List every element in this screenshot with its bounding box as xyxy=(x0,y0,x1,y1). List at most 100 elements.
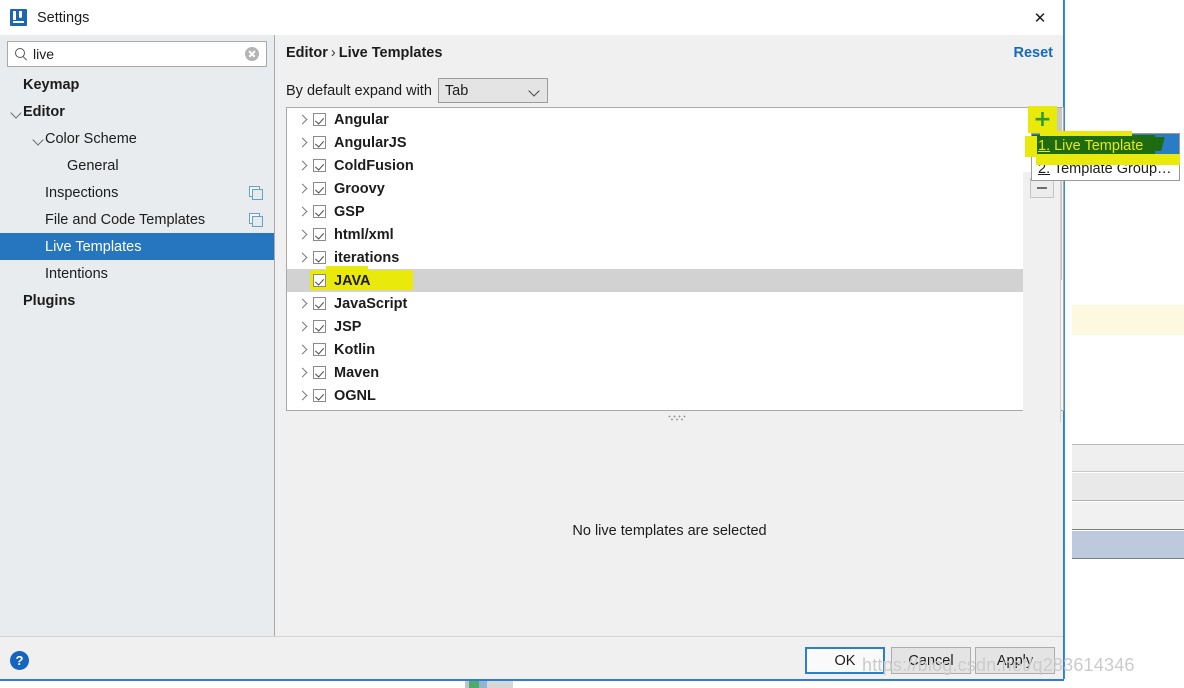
dialog-footer: ? OK Cancel Apply xyxy=(0,636,1063,683)
highlighter-mark-menu-under xyxy=(1036,154,1180,165)
chevron-down-icon xyxy=(528,85,540,97)
checkbox-ognl[interactable] xyxy=(313,389,326,402)
expand-with-label: By default expand with xyxy=(286,82,432,99)
sidebar-item-live-templates[interactable]: Live Templates xyxy=(0,233,274,260)
sidebar-item-keymap[interactable]: Keymap xyxy=(0,71,274,98)
close-icon[interactable]: ✕ xyxy=(1017,0,1063,35)
checkbox-coldfusion[interactable] xyxy=(313,159,326,172)
sidebar-item-label: Plugins xyxy=(23,292,76,309)
checkbox-angularjs[interactable] xyxy=(313,136,326,149)
chevron-right-icon[interactable] xyxy=(295,200,313,223)
intellij-idea-icon xyxy=(10,9,27,26)
template-group-row[interactable]: JSP xyxy=(287,315,1046,338)
sidebar-item-general[interactable]: General xyxy=(0,152,274,179)
search-input[interactable] xyxy=(33,46,245,62)
template-group-label: html/xml xyxy=(334,226,394,243)
template-group-row[interactable]: AngularJS xyxy=(287,131,1046,154)
template-group-label: AngularJS xyxy=(334,134,407,151)
taskbar-icons[interactable] xyxy=(465,681,513,688)
expand-with-row: By default expand with Tab xyxy=(286,78,548,103)
template-group-row[interactable]: JAVA xyxy=(287,266,1046,292)
template-group-row[interactable]: Kotlin xyxy=(287,338,1046,361)
checkbox-javascript[interactable] xyxy=(313,297,326,310)
chevron-right-icon[interactable] xyxy=(295,177,313,200)
clear-icon[interactable] xyxy=(245,47,259,61)
taskbar-sliver xyxy=(0,679,1184,688)
expand-with-select[interactable]: Tab xyxy=(437,78,548,103)
chevron-right-icon[interactable] xyxy=(295,384,313,407)
background-list-row xyxy=(1072,444,1184,472)
chevron-right-icon[interactable] xyxy=(295,292,313,315)
sidebar-item-inspections[interactable]: Inspections xyxy=(0,179,274,206)
cancel-button[interactable]: Cancel xyxy=(891,647,971,674)
template-group-label: Kotlin xyxy=(334,341,376,358)
template-group-row[interactable]: Maven xyxy=(287,361,1046,384)
breadcrumb-current: Live Templates xyxy=(338,45,443,61)
sidebar-item-intentions[interactable]: Intentions xyxy=(0,260,274,287)
template-group-row[interactable]: ColdFusion xyxy=(287,154,1046,177)
checkbox-maven[interactable] xyxy=(313,366,326,379)
checkbox-angular[interactable] xyxy=(313,113,326,126)
copy-scope-icon[interactable] xyxy=(249,213,263,227)
chevron-down-icon[interactable] xyxy=(10,105,23,118)
search-box[interactable] xyxy=(7,41,267,67)
checkbox-gsp[interactable] xyxy=(313,205,326,218)
chevron-right-icon[interactable] xyxy=(295,338,313,361)
chevron-right-icon[interactable] xyxy=(295,154,313,177)
background-list-row-selected xyxy=(1072,531,1184,559)
template-group-row[interactable]: Groovy xyxy=(287,177,1046,200)
sidebar-item-label: General xyxy=(67,157,119,174)
sidebar-item-file-and-code-templates[interactable]: File and Code Templates xyxy=(0,206,274,233)
template-group-row[interactable]: html/xml xyxy=(287,223,1046,246)
template-group-row[interactable]: JavaScript xyxy=(287,292,1046,315)
checkbox-html-xml[interactable] xyxy=(313,228,326,241)
checkbox-kotlin[interactable] xyxy=(313,343,326,356)
checkbox-groovy[interactable] xyxy=(313,182,326,195)
highlighter-mark-menu-top xyxy=(1040,131,1132,136)
checkbox-java[interactable] xyxy=(313,274,326,287)
chevron-right-icon[interactable] xyxy=(295,131,313,154)
settings-sidebar: Keymap Editor Color Scheme General Inspectio… xyxy=(0,35,275,636)
chevron-right-icon[interactable] xyxy=(295,246,313,269)
chevron-right-icon[interactable] xyxy=(295,108,313,131)
sidebar-item-label: Inspections xyxy=(45,184,119,201)
add-template-button[interactable]: + xyxy=(1031,108,1054,131)
checkbox-iterations[interactable] xyxy=(313,251,326,264)
list-toolbar-strip xyxy=(1023,172,1061,422)
template-group-label: Groovy xyxy=(334,180,385,197)
template-group-label: GSP xyxy=(334,203,365,220)
chevron-right-icon[interactable] xyxy=(295,223,313,246)
empty-state-message: No live templates are selected xyxy=(572,523,767,539)
ok-button[interactable]: OK xyxy=(805,647,885,674)
copy-scope-icon[interactable] xyxy=(249,186,263,200)
reset-link[interactable]: Reset xyxy=(1014,45,1054,61)
settings-dialog: Settings ✕ Keymap Editor Color Scheme Gener… xyxy=(0,0,1180,684)
menu-item-label: Live Template xyxy=(1050,137,1144,154)
chevron-down-icon[interactable] xyxy=(32,132,45,145)
breadcrumb-parent[interactable]: Editor xyxy=(286,45,328,61)
sidebar-item-plugins[interactable]: Plugins xyxy=(0,287,274,314)
breadcrumb-separator: › xyxy=(330,45,336,61)
dialog-titlebar: Settings ✕ xyxy=(0,0,1063,35)
sidebar-item-editor[interactable]: Editor xyxy=(0,98,274,125)
chevron-right-icon[interactable] xyxy=(295,361,313,384)
template-group-row[interactable]: iterations xyxy=(287,246,1046,269)
template-group-row[interactable]: OGNL xyxy=(287,384,1046,407)
template-group-label: ColdFusion xyxy=(334,157,414,174)
background-warning-stripe xyxy=(1072,305,1184,335)
chevron-right-icon[interactable] xyxy=(295,315,313,338)
apply-button[interactable]: Apply xyxy=(975,647,1055,674)
splitter-handle[interactable] xyxy=(668,415,690,422)
template-group-row[interactable]: Angular xyxy=(287,108,1046,131)
help-icon[interactable]: ? xyxy=(10,651,29,670)
checkbox-jsp[interactable] xyxy=(313,320,326,333)
template-group-row[interactable]: GSP xyxy=(287,200,1046,223)
window-bottom-border xyxy=(0,679,1064,681)
minus-icon[interactable] xyxy=(1030,178,1054,198)
sidebar-item-color-scheme[interactable]: Color Scheme xyxy=(0,125,274,152)
